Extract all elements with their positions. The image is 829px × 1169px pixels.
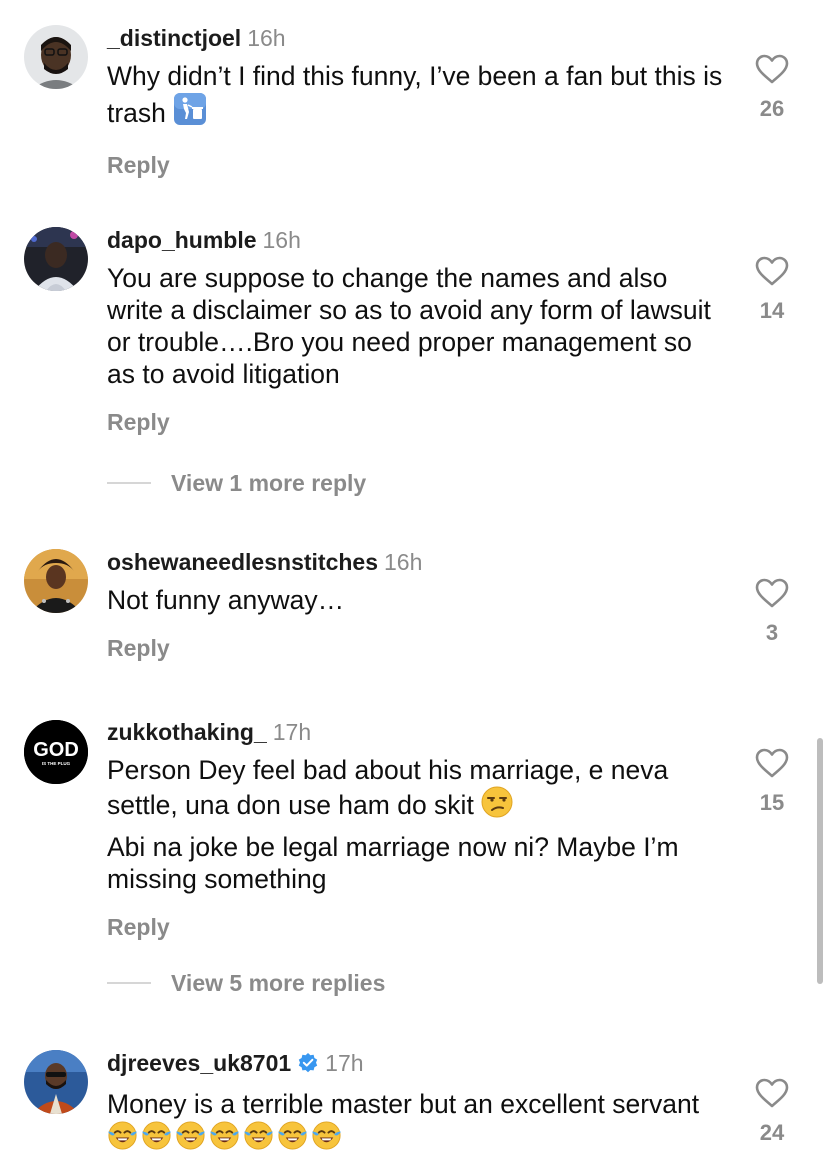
divider xyxy=(107,981,151,984)
face-with-tears-of-joy-icon xyxy=(311,1120,342,1158)
face-with-tears-of-joy-icon xyxy=(175,1120,206,1158)
emoji-group xyxy=(107,1121,342,1153)
timestamp: 17h xyxy=(325,1050,364,1076)
like-control: 3 xyxy=(750,578,794,646)
like-control: 14 xyxy=(750,256,794,324)
comment-text-continued: Abi na joke be legal marriage now ni? Ma… xyxy=(107,832,679,894)
comment-text: You are suppose to change the names and … xyxy=(107,263,711,389)
comment-meta: zukkothaking_ 17h xyxy=(107,718,727,746)
timestamp: 17h xyxy=(272,719,312,745)
face-with-tears-of-joy-icon xyxy=(107,1120,138,1158)
reply-button[interactable]: Reply xyxy=(107,408,727,436)
comment-meta: oshewaneedlesnstitches 16h xyxy=(107,548,727,576)
view-more-replies[interactable]: View 1 more reply xyxy=(107,469,366,497)
comment-text: Why didn’t I find this funny, I’ve been … xyxy=(107,60,727,133)
heart-icon[interactable] xyxy=(750,578,794,608)
heart-icon[interactable] xyxy=(750,1078,794,1108)
like-control: 24 xyxy=(750,1078,794,1146)
svg-text:GOD: GOD xyxy=(33,739,79,761)
avatar[interactable] xyxy=(24,227,88,291)
timestamp: 16h xyxy=(384,549,423,575)
timestamp: 16h xyxy=(247,25,286,51)
scrollbar[interactable] xyxy=(817,738,823,984)
heart-icon[interactable] xyxy=(750,748,794,778)
username[interactable]: zukkothaking_ xyxy=(107,719,267,745)
like-count: 14 xyxy=(759,298,785,323)
timestamp: 16h xyxy=(262,227,301,253)
username[interactable]: djreeves_uk8701 xyxy=(107,1050,291,1076)
heart-icon[interactable] xyxy=(750,256,794,286)
reply-button[interactable]: Reply xyxy=(107,151,727,179)
avatar[interactable] xyxy=(24,1050,88,1114)
comment-text: Not funny anyway… xyxy=(107,585,345,615)
divider xyxy=(107,481,151,484)
reply-button[interactable]: Reply xyxy=(107,634,727,662)
like-count: 24 xyxy=(759,1120,785,1145)
face-with-tears-of-joy-icon xyxy=(277,1120,308,1158)
avatar[interactable] xyxy=(24,25,88,89)
face-with-tears-of-joy-icon xyxy=(209,1120,240,1158)
avatar[interactable]: GOD IS THE PLUG xyxy=(24,720,88,784)
comment-text: Money is a terrible master but an excell… xyxy=(107,1088,727,1158)
username[interactable]: dapo_humble xyxy=(107,227,257,253)
unamused-face-icon xyxy=(481,786,513,825)
username[interactable]: _distinctjoel xyxy=(107,25,241,51)
reply-button[interactable]: Reply xyxy=(107,913,727,941)
comment-meta: dapo_humble 16h xyxy=(107,226,727,254)
like-control: 15 xyxy=(750,748,794,816)
like-control: 26 xyxy=(750,54,794,122)
comment-text: Person Dey feel bad about his marriage, … xyxy=(107,754,727,825)
heart-icon[interactable] xyxy=(750,54,794,84)
verified-badge-icon xyxy=(297,1052,319,1080)
put-litter-in-bin-icon xyxy=(173,92,207,133)
comment-meta: _distinctjoel 16h xyxy=(107,24,727,52)
face-with-tears-of-joy-icon xyxy=(141,1120,172,1158)
face-with-tears-of-joy-icon xyxy=(243,1120,274,1158)
avatar[interactable] xyxy=(24,549,88,613)
view-more-replies[interactable]: View 5 more replies xyxy=(107,969,385,997)
svg-text:IS THE PLUG: IS THE PLUG xyxy=(42,761,71,766)
like-count: 15 xyxy=(759,790,785,815)
like-count: 3 xyxy=(765,620,779,645)
comment-meta: djreeves_uk8701 17h xyxy=(107,1049,727,1080)
username[interactable]: oshewaneedlesnstitches xyxy=(107,549,378,575)
like-count: 26 xyxy=(759,96,785,121)
